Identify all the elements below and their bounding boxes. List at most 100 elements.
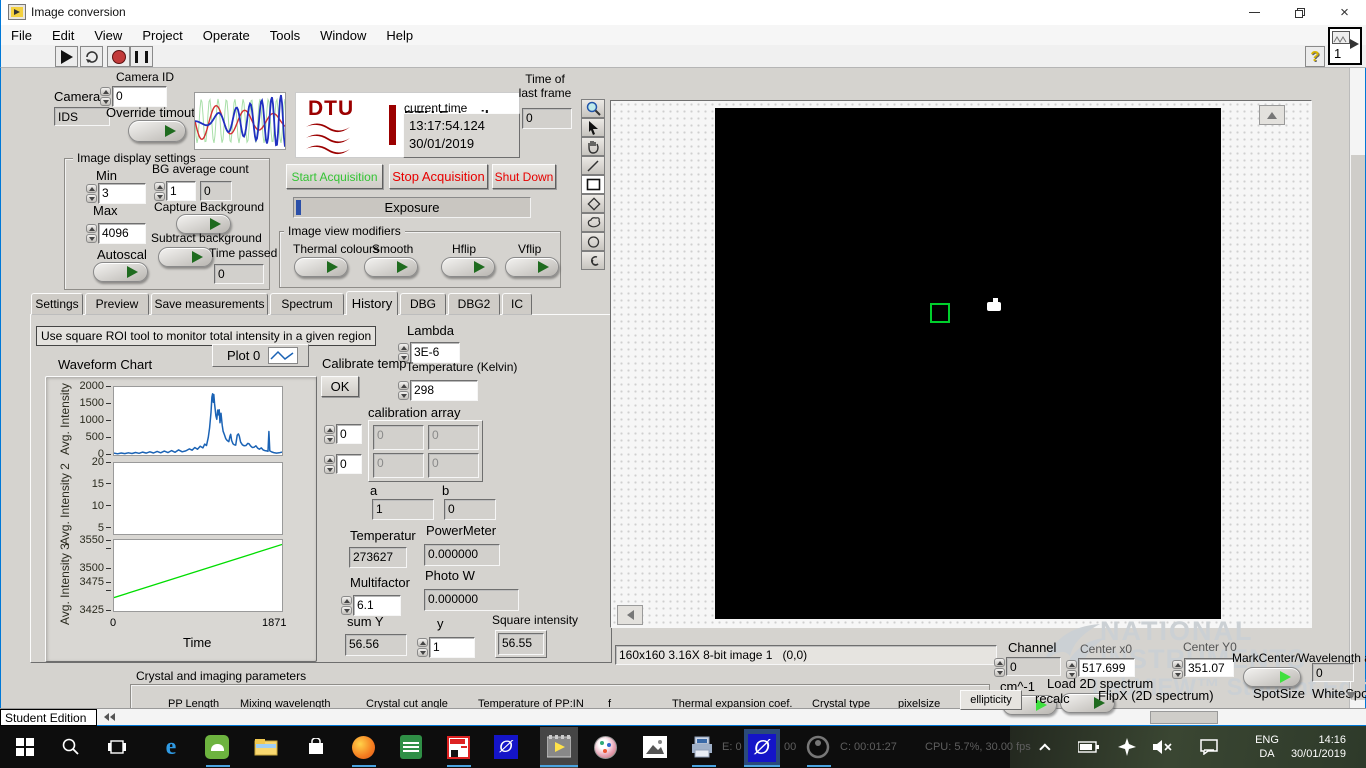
override-timeout-toggle[interactable] (128, 120, 186, 142)
search-icon[interactable] (58, 734, 84, 760)
notes-app-icon[interactable] (398, 734, 424, 760)
bg-average-count-input[interactable]: 1 (166, 181, 196, 201)
hflip-toggle[interactable] (441, 257, 495, 277)
language-indicator[interactable]: ENG DA (1252, 733, 1282, 762)
menu-tools[interactable]: Tools (260, 28, 310, 43)
max-spinner[interactable] (86, 224, 97, 243)
exposure-slider[interactable]: Exposure (293, 197, 531, 218)
start-acquisition-button[interactable]: Start Acquisition (286, 164, 383, 189)
freehand-line-tool-icon[interactable] (581, 251, 605, 270)
vertical-scrollbar[interactable] (1349, 68, 1365, 708)
tab-ic[interactable]: IC (502, 293, 532, 315)
tab-spectrum[interactable]: Spectrum (270, 293, 344, 315)
menu-view[interactable]: View (84, 28, 132, 43)
oval-tool-icon[interactable] (581, 232, 605, 251)
tray-expand-icon[interactable] (1034, 734, 1060, 760)
volume-muted-icon[interactable] (1150, 734, 1176, 760)
temperature-kelvin-input[interactable]: 298 (410, 380, 478, 401)
autoscale-toggle[interactable] (93, 262, 148, 282)
paint-icon[interactable] (592, 734, 618, 760)
tab-settings[interactable]: Settings (31, 293, 83, 315)
pan-tool-icon[interactable] (581, 137, 605, 156)
scroll-down-icon[interactable] (1346, 692, 1356, 699)
bg-average-count-spinner[interactable] (154, 182, 165, 201)
menu-window[interactable]: Window (310, 28, 376, 43)
y-spinner[interactable] (417, 638, 428, 657)
menu-project[interactable]: Project (132, 28, 192, 43)
cloud-app-icon[interactable] (204, 734, 230, 760)
clock-indicator[interactable]: 14:16 30/01/2019 (1280, 733, 1346, 762)
rectangle-tool-icon[interactable] (581, 175, 605, 194)
tab-save-measurements[interactable]: Save measurements (151, 293, 268, 315)
min-spinner[interactable] (86, 184, 97, 203)
file-explorer-icon[interactable] (253, 734, 279, 760)
help-button[interactable]: ? (1305, 46, 1325, 67)
calibrate-ok-button[interactable]: OK (321, 376, 359, 397)
run-continuously-button[interactable] (80, 46, 103, 67)
camera-driver-select[interactable]: IDS (54, 107, 110, 126)
start-button[interactable] (12, 734, 38, 760)
channel-spinner[interactable] (994, 658, 1005, 677)
horizontal-scrollbar[interactable]: Student Edition (0, 708, 1366, 726)
close-button[interactable]: × (1322, 0, 1366, 25)
menu-file[interactable]: File (1, 28, 42, 43)
menu-operate[interactable]: Operate (193, 28, 260, 43)
channel-field[interactable]: 0 (1006, 657, 1061, 676)
freehand-region-tool-icon[interactable] (581, 213, 605, 232)
plot-legend[interactable]: Plot 0 (212, 344, 309, 367)
firefox-icon[interactable] (350, 734, 376, 760)
tab-dbg2[interactable]: DBG2 (448, 293, 500, 315)
viewer-scroll-up-button[interactable] (1259, 105, 1285, 125)
camera-image[interactable] (715, 108, 1221, 619)
calibration-cell-11[interactable]: 0 (428, 453, 479, 478)
center-y0-input[interactable]: 351.07 (1184, 658, 1234, 677)
line-tool-icon[interactable] (581, 156, 605, 175)
edge-icon[interactable]: e (158, 734, 184, 760)
horizontal-scrollbar-thumb[interactable] (1150, 711, 1218, 724)
y-input[interactable]: 1 (429, 637, 475, 658)
vflip-toggle[interactable] (505, 257, 559, 277)
thermal-colours-toggle[interactable] (294, 257, 348, 277)
multifactor-spinner[interactable] (341, 596, 352, 615)
menu-edit[interactable]: Edit (42, 28, 84, 43)
cursor-tool-icon[interactable] (581, 118, 605, 137)
abort-button[interactable] (107, 46, 130, 67)
shut-down-button[interactable]: Shut Down (492, 164, 556, 189)
red-lab-app-icon[interactable] (445, 734, 471, 760)
viewer-scroll-left-button[interactable] (617, 605, 643, 625)
battery-icon[interactable] (1076, 734, 1102, 760)
subtract-background-toggle[interactable] (158, 247, 213, 267)
tab-dbg[interactable]: DBG (400, 293, 446, 315)
stop-acquisition-button[interactable]: Stop Acquisition (389, 164, 488, 189)
roi-rectangle[interactable] (930, 303, 950, 323)
minimize-button[interactable] (1232, 0, 1277, 25)
scroll-left-double-icon[interactable] (104, 713, 115, 721)
max-input[interactable]: 4096 (98, 223, 146, 244)
task-view-icon[interactable] (104, 734, 130, 760)
photos-icon[interactable] (642, 734, 668, 760)
airplane-mode-icon[interactable] (1114, 734, 1140, 760)
center-y0-spinner[interactable] (1172, 660, 1183, 679)
calibration-index2-spinner[interactable] (324, 455, 335, 474)
diamond-tool-icon[interactable] (581, 194, 605, 213)
calibration-cell-00[interactable]: 0 (373, 425, 424, 450)
restore-button[interactable] (1277, 0, 1322, 25)
menu-help[interactable]: Help (376, 28, 423, 43)
center-x0-input[interactable]: 517.699 (1078, 658, 1135, 677)
action-center-icon[interactable] (1196, 734, 1222, 760)
run-button[interactable] (55, 46, 78, 67)
calibration-cell-10[interactable]: 0 (373, 453, 424, 478)
temperature-kelvin-spinner[interactable] (398, 381, 409, 400)
zoom-tool-icon[interactable] (581, 99, 605, 118)
mark-center-toggle[interactable] (1243, 667, 1301, 687)
printer-icon[interactable] (690, 734, 716, 760)
calibration-index1-input[interactable]: 0 (336, 424, 362, 444)
phi-app2-icon[interactable]: Ø (744, 729, 780, 767)
labview-taskbar-active[interactable] (540, 727, 578, 768)
calibration-index1-spinner[interactable] (324, 425, 335, 444)
obs-icon[interactable] (805, 734, 831, 760)
camera-id-input[interactable]: 0 (112, 86, 167, 107)
smooth-toggle[interactable] (364, 257, 418, 277)
calibration-index2-input[interactable]: 0 (336, 454, 362, 474)
vertical-scrollbar-thumb[interactable] (1351, 155, 1365, 700)
